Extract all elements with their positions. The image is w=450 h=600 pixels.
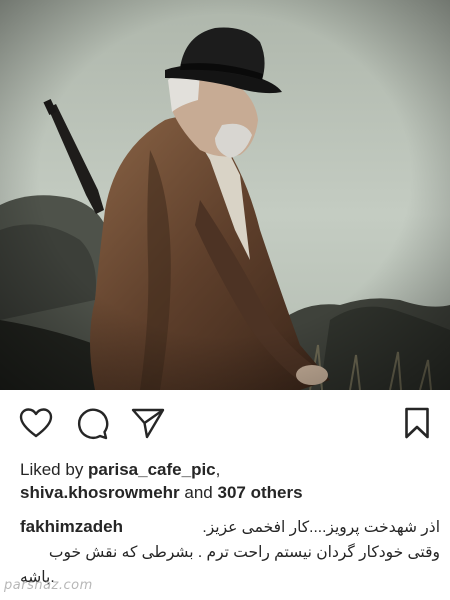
likes-summary: Liked by parisa_cafe_pic, shiva.khosrowm… [20,458,440,504]
bookmark-icon [405,407,429,439]
site-watermark: parsnaz.com [4,578,93,593]
post-action-bar [0,390,450,456]
caption-line-1: اذر شهدخت پرویز....کار افخمی عزیز. [202,519,440,536]
comment-button[interactable] [73,404,111,442]
save-button[interactable] [398,404,436,442]
comment-bubble-icon [78,408,109,440]
caption-author-link[interactable]: fakhimzadeh [20,514,123,539]
liker-link-first[interactable]: parisa_cafe_pic [88,460,216,479]
caption-line-2: وقتی خودکار گردان نیستم راحت ترم . بشرطی… [48,544,440,561]
photo-illustration [0,0,450,390]
heart-icon [19,408,53,438]
instagram-post: Liked by parisa_cafe_pic, shiva.khosrowm… [0,0,450,600]
liker-link-second[interactable]: shiva.khosrowmehr [20,483,180,502]
likes-comma: , [215,460,221,479]
paper-plane-icon [131,408,165,439]
likes-others-link[interactable]: 307 others [217,483,302,502]
likes-and: and [179,483,218,502]
post-photo[interactable] [0,0,450,390]
share-button[interactable] [129,404,167,442]
likes-prefix: Liked by [20,460,89,479]
like-button[interactable] [17,404,55,442]
